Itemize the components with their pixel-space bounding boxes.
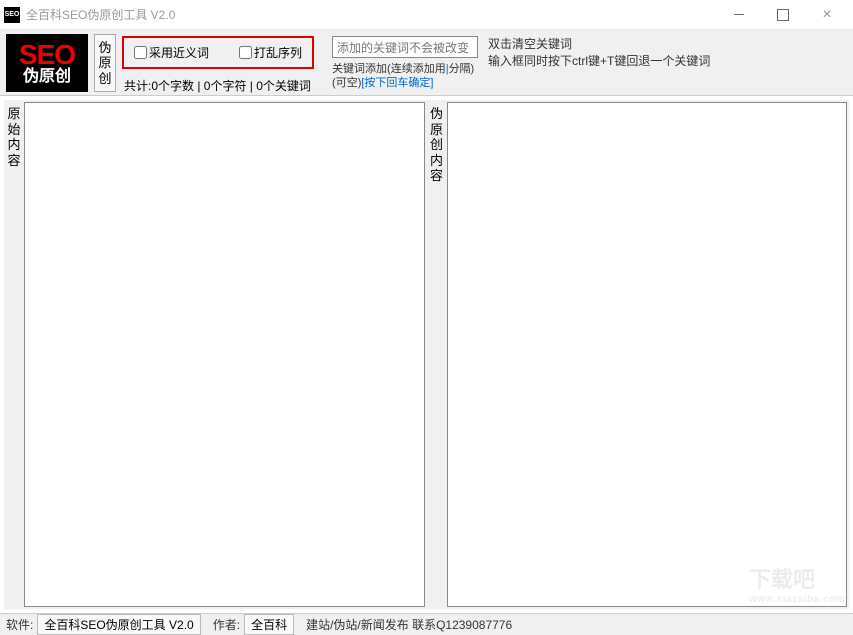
- logo-sub: 伪原创: [23, 69, 71, 85]
- titlebar: SEO 全百科SEO伪原创工具 V2.0 ×: [0, 0, 853, 30]
- synonym-checkbox[interactable]: 采用近义词: [134, 44, 209, 61]
- author-label: 作者:: [213, 616, 240, 633]
- statusbar: 软件: 全百科SEO伪原创工具 V2.0 作者: 全百科 建站/伪站/新闻发布 …: [0, 613, 853, 635]
- hint-line2: 输入框同时按下ctrl键+T键回退一个关键词: [488, 53, 847, 70]
- rewrite-tab[interactable]: 伪原创: [94, 34, 116, 92]
- keyword-hint: 关键词添加(连续添加用|分隔)(可空)[按下回车确定]: [332, 62, 482, 91]
- rewrite-textarea[interactable]: [447, 102, 848, 607]
- logo-big: SEO: [19, 41, 75, 69]
- keyword-input[interactable]: [332, 36, 478, 58]
- window-title: 全百科SEO伪原创工具 V2.0: [26, 6, 717, 23]
- original-textarea[interactable]: [24, 102, 425, 607]
- hint-line1: 双击清空关键词: [488, 36, 847, 53]
- synonym-label: 采用近义词: [149, 44, 209, 61]
- shuffle-label: 打乱序列: [254, 44, 302, 61]
- rewrite-panel: 伪原创内容: [429, 102, 848, 607]
- content-area: 原始内容 伪原创内容: [4, 100, 849, 609]
- shuffle-checkbox[interactable]: 打乱序列: [239, 44, 302, 61]
- author-value: 全百科: [244, 614, 294, 635]
- software-value: 全百科SEO伪原创工具 V2.0: [37, 614, 200, 635]
- original-panel: 原始内容: [6, 102, 425, 607]
- options-row: 采用近义词 打乱序列: [122, 36, 314, 69]
- original-label: 原始内容: [6, 102, 24, 607]
- features-text: 建站/伪站/新闻发布 联系Q1239087776: [306, 616, 512, 633]
- close-button[interactable]: ×: [805, 1, 849, 29]
- hint-block: 双击清空关键词 输入框同时按下ctrl键+T键回退一个关键词: [488, 34, 847, 70]
- toolbar: SEO 伪原创 伪原创 采用近义词 打乱序列 共计:0个字数 | 0个字符 | …: [0, 30, 853, 96]
- minimize-button[interactable]: [717, 1, 761, 29]
- software-label: 软件:: [6, 616, 33, 633]
- options-block: 采用近义词 打乱序列 共计:0个字数 | 0个字符 | 0个关键词: [122, 34, 314, 94]
- maximize-button[interactable]: [761, 1, 805, 29]
- keyword-block: 关键词添加(连续添加用|分隔)(可空)[按下回车确定]: [332, 34, 482, 91]
- shuffle-checkbox-input[interactable]: [239, 46, 252, 59]
- rewrite-label: 伪原创内容: [429, 102, 447, 607]
- window-buttons: ×: [717, 1, 849, 29]
- app-icon: SEO: [4, 7, 20, 23]
- synonym-checkbox-input[interactable]: [134, 46, 147, 59]
- stats-text: 共计:0个字数 | 0个字符 | 0个关键词: [122, 77, 314, 94]
- logo: SEO 伪原创: [6, 34, 88, 92]
